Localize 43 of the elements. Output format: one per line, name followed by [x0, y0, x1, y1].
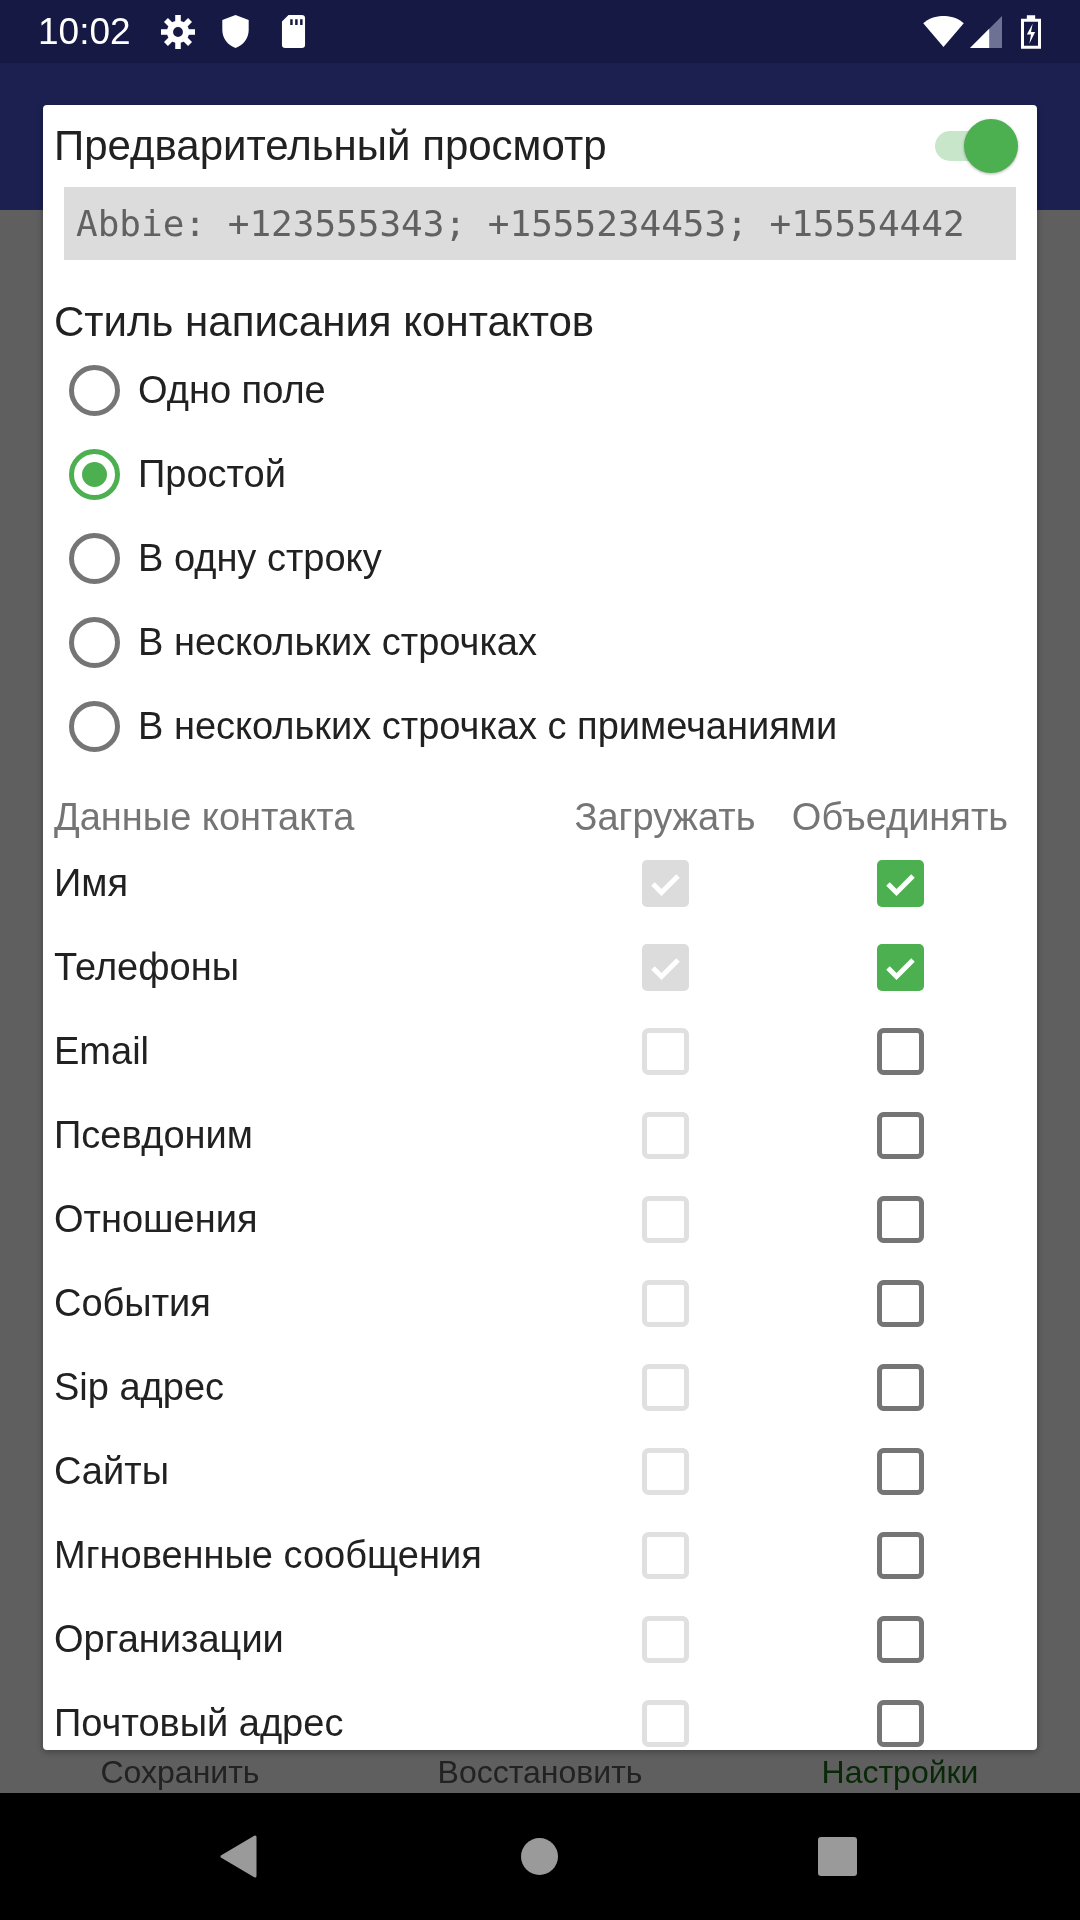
gear-icon — [160, 14, 195, 49]
preview-sample: Abbie: +123555343; +1555234453; +15554442 — [64, 187, 1016, 260]
preview-switch[interactable] — [935, 119, 1018, 173]
field-label: Псевдоним — [54, 1113, 254, 1158]
field-label: Email — [54, 1029, 151, 1074]
field-label: Сайты — [54, 1449, 170, 1494]
back-icon[interactable] — [220, 1835, 257, 1878]
column-header: Объединять — [791, 795, 1009, 840]
radio-option[interactable]: В нескольких строчках с примечаниями — [43, 684, 1037, 768]
dialog-title: Предварительный просмотр — [54, 121, 607, 171]
column-header: Загружать — [574, 795, 756, 840]
radio-option[interactable]: Одно поле — [43, 348, 1037, 432]
field-label: Отношения — [54, 1197, 259, 1242]
checkbox[interactable] — [876, 1363, 924, 1411]
field-label: Sip адрес — [54, 1365, 226, 1410]
signal-icon — [970, 15, 1002, 48]
checkbox[interactable] — [876, 1699, 924, 1747]
battery-charging-icon — [1021, 14, 1041, 49]
field-label: Имя — [54, 861, 129, 906]
sd-card-icon — [279, 15, 307, 48]
checkbox[interactable] — [876, 1111, 924, 1159]
field-label: Почтовый адрес — [54, 1701, 345, 1746]
radio-option[interactable]: В одну строку — [43, 516, 1037, 600]
radio-option[interactable]: Простой — [43, 432, 1037, 516]
checkbox[interactable] — [876, 1447, 924, 1495]
wifi-icon — [923, 16, 964, 47]
field-label: Телефоны — [54, 945, 240, 990]
section-heading: Стиль написания контактов — [53, 297, 596, 347]
shield-icon — [221, 15, 249, 48]
checkbox[interactable] — [876, 1279, 924, 1327]
checkbox[interactable] — [876, 1195, 924, 1243]
checkbox[interactable] — [876, 1027, 924, 1075]
status-time: 10:02 — [38, 11, 131, 52]
radio-option[interactable]: В нескольких строчках — [43, 600, 1037, 684]
column-header: Данные контакта — [54, 795, 356, 840]
checkbox[interactable] — [876, 1615, 924, 1663]
field-label: Мгновенные сообщения — [54, 1533, 483, 1578]
field-label: События — [54, 1281, 212, 1326]
home-icon[interactable] — [521, 1838, 558, 1875]
checkbox[interactable] — [876, 943, 924, 991]
checkbox[interactable] — [876, 859, 924, 907]
field-label: Организации — [54, 1617, 285, 1662]
checkbox[interactable] — [876, 1531, 924, 1579]
